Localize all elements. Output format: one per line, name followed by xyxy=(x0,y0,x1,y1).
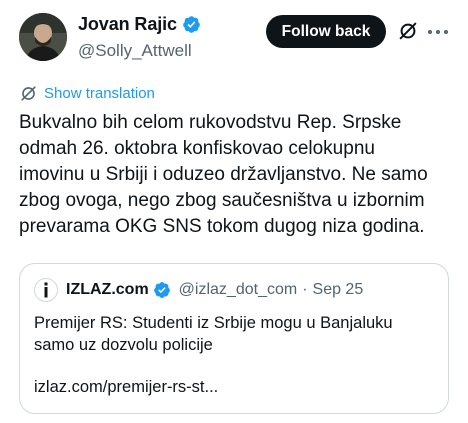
info-i-icon xyxy=(44,282,48,298)
quoted-line: samo uz dozvolu policije xyxy=(34,336,213,354)
quoted-link[interactable]: izlaz.com/premijer-rs-st... xyxy=(34,378,218,397)
quoted-display-name[interactable]: IZLAZ.com xyxy=(66,281,149,299)
show-translation-link[interactable]: Show translation xyxy=(44,85,155,102)
tweet-text: Bukvalno bih celom rukovodstvu Rep. Srps… xyxy=(19,110,459,240)
author-display-name[interactable]: Jovan Rajic xyxy=(78,14,177,35)
quoted-date[interactable]: Sep 25 xyxy=(313,281,364,299)
quoted-tweet-header: IZLAZ.com @izlaz_dot_com · Sep 25 xyxy=(34,278,363,302)
quoted-avatar[interactable] xyxy=(34,278,58,302)
avatar[interactable] xyxy=(19,13,67,61)
tweet-line: odmah 26. oktobra konfiskovao celokupnu xyxy=(19,138,375,159)
ellipsis-icon[interactable] xyxy=(428,22,448,42)
tweet-line: Bukvalno bih celom rukovodstvu Rep. Srps… xyxy=(19,112,402,133)
quoted-text: Premijer RS: Studenti iz Srbije mogu u B… xyxy=(34,312,434,356)
follow-back-button[interactable]: Follow back xyxy=(266,15,386,48)
translate-icon xyxy=(21,86,36,101)
show-translation-row[interactable]: Show translation xyxy=(19,84,155,103)
verified-badge-icon xyxy=(183,16,200,33)
quoted-handle[interactable]: @izlaz_dot_com xyxy=(179,281,298,299)
author-handle[interactable]: @Solly_Attwell xyxy=(78,41,192,61)
quoted-line: Premijer RS: Studenti iz Srbije mogu u B… xyxy=(34,314,393,332)
tweet-line: zbog ovoga, nego zbog saučesništva u izb… xyxy=(19,190,425,211)
author-name-row[interactable]: Jovan Rajic xyxy=(78,14,201,35)
grok-slash-icon[interactable] xyxy=(397,20,419,42)
tweet-line: imovinu u Srbiji i oduzeo državljanstvo.… xyxy=(19,164,428,185)
quoted-tweet-card[interactable]: IZLAZ.com @izlaz_dot_com · Sep 25 Premij… xyxy=(19,263,449,414)
tweet-line: prevarama OKG SNS tokom dugog niza godin… xyxy=(19,216,425,237)
verified-badge-icon xyxy=(153,282,170,298)
separator-dot: · xyxy=(302,281,308,298)
